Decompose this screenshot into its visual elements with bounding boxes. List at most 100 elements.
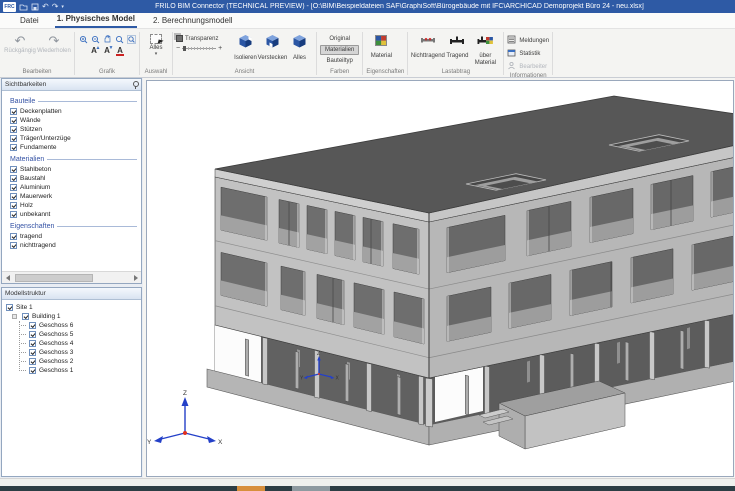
checkbox-row[interactable]: Mauerwerk: [8, 192, 137, 201]
checkbox-row[interactable]: Fundamente: [8, 143, 137, 152]
checkbox-row[interactable]: Site 1: [6, 303, 139, 312]
checkbox-row[interactable]: Geschoss 4: [24, 339, 139, 348]
group-farben: Original Materialien Bauteiltyp Farben: [317, 30, 362, 77]
checkbox-checked-icon[interactable]: [29, 367, 36, 374]
checkbox-row[interactable]: Baustahl: [8, 174, 137, 183]
checkbox-checked-icon[interactable]: [10, 117, 17, 124]
checkbox-checked-icon[interactable]: [10, 233, 17, 240]
checkbox-label: Geschoss 4: [39, 340, 73, 347]
checkbox-checked-icon[interactable]: [10, 126, 17, 133]
taskbar-accent-segment: [237, 486, 265, 491]
app-logo[interactable]: FRC: [3, 2, 16, 12]
model-structure-panel: Modellstruktur Site 1Building 1Geschoss …: [1, 287, 142, 477]
slider-handle[interactable]: [183, 46, 186, 51]
hide-button[interactable]: Verstecken: [259, 32, 286, 62]
checkbox-row[interactable]: Geschoss 1: [24, 366, 139, 375]
material-button[interactable]: Material: [366, 32, 396, 60]
bearbeiter-button[interactable]: Bearbeiter: [507, 61, 549, 72]
checkbox-checked-icon[interactable]: [29, 331, 36, 338]
font-decrease-icon[interactable]: A▼: [102, 46, 113, 56]
statistik-button[interactable]: Statistik: [507, 48, 549, 59]
model-3d-view[interactable]: ZXYZXY: [147, 81, 733, 476]
ueber-material-button[interactable]: über Material: [470, 32, 500, 67]
pan-hand-icon[interactable]: [102, 34, 112, 44]
checkbox-row[interactable]: Wände: [8, 116, 137, 125]
save-icon[interactable]: [31, 3, 39, 11]
group-lastabtrag: Nichttragend Tragend über Material Lasta…: [408, 30, 503, 77]
checkbox-row[interactable]: Stahlbeton: [8, 165, 137, 174]
checkbox-row[interactable]: Building 1: [20, 313, 61, 320]
transparency-slider[interactable]: − +: [176, 45, 232, 52]
open-file-icon[interactable]: [19, 3, 28, 11]
checkbox-checked-icon[interactable]: [10, 184, 17, 191]
zoom-fit-icon[interactable]: [126, 34, 136, 44]
checkbox-checked-icon[interactable]: [10, 108, 17, 115]
tab-berechnungsmodell[interactable]: 2. Berechnungsmodell: [151, 14, 235, 28]
checkbox-checked-icon[interactable]: [10, 211, 17, 218]
checkbox-checked-icon[interactable]: [10, 135, 17, 142]
redo-icon[interactable]: ↷: [52, 3, 59, 11]
checkbox-row[interactable]: unbekannt: [8, 210, 137, 219]
model-structure-header: Modellstruktur: [2, 288, 141, 300]
colors-bauteiltyp-button[interactable]: Bauteiltyp: [320, 56, 359, 66]
dropdown-caret-icon[interactable]: ▾: [155, 52, 158, 56]
horizontal-scrollbar[interactable]: [2, 271, 141, 283]
checkbox-checked-icon[interactable]: [10, 175, 17, 182]
checkbox-checked-icon[interactable]: [10, 193, 17, 200]
checkbox-checked-icon[interactable]: [29, 358, 36, 365]
pin-icon[interactable]: [132, 81, 138, 89]
redo-button[interactable]: ↷ Wiederholen: [37, 32, 71, 55]
messages-list-icon: [507, 35, 516, 46]
meldungen-button[interactable]: Meldungen: [507, 35, 549, 46]
checkbox-row[interactable]: Geschoss 3: [24, 348, 139, 357]
undo-button[interactable]: ↶ Rückgängig: [3, 32, 37, 55]
checkbox-checked-icon[interactable]: [29, 349, 36, 356]
colors-original-button[interactable]: Original: [320, 34, 359, 44]
group-label: Grafik: [78, 68, 136, 77]
visibility-panel: Sichtbarkeiten BauteileDeckenplattenWänd…: [1, 78, 142, 284]
checkbox-label: unbekannt: [20, 211, 50, 218]
font-color-icon[interactable]: A: [115, 46, 126, 56]
select-all-button[interactable]: Alles ▾: [143, 32, 169, 56]
checkbox-checked-icon[interactable]: [10, 166, 17, 173]
scroll-right-icon[interactable]: [130, 272, 141, 283]
checkbox-row[interactable]: Geschoss 2: [24, 357, 139, 366]
checkbox-label: Holz: [20, 202, 33, 209]
checkbox-row[interactable]: Stützen: [8, 125, 137, 134]
checkbox-label: Site 1: [16, 304, 33, 311]
zoom-in-icon[interactable]: [78, 34, 88, 44]
checkbox-row[interactable]: Geschoss 5: [24, 330, 139, 339]
undo-icon[interactable]: ↶: [42, 3, 49, 11]
checkbox-row[interactable]: tragend: [8, 232, 137, 241]
checkbox-row[interactable]: nichttragend: [8, 241, 137, 250]
checkbox-row[interactable]: Deckenplatten: [8, 107, 137, 116]
tab-physisches-model[interactable]: 1. Physisches Model: [55, 12, 137, 28]
zoom-out-icon[interactable]: [90, 34, 100, 44]
checkbox-checked-icon[interactable]: [6, 304, 13, 311]
checkbox-label: Aluminium: [20, 184, 50, 191]
checkbox-row[interactable]: Aluminium: [8, 183, 137, 192]
show-all-button[interactable]: Alles: [286, 32, 313, 62]
tragend-button[interactable]: Tragend: [444, 32, 470, 60]
isolate-button[interactable]: Isolieren: [232, 32, 259, 62]
colors-materialien-button[interactable]: Materialien: [320, 45, 359, 55]
checkbox-checked-icon[interactable]: [10, 242, 17, 249]
selection-rectangle-icon: [150, 34, 162, 44]
model-viewport[interactable]: ZXYZXY: [146, 80, 734, 477]
checkbox-checked-icon[interactable]: [22, 313, 29, 320]
checkbox-checked-icon[interactable]: [10, 144, 17, 151]
checkbox-row[interactable]: Holz: [8, 201, 137, 210]
checkbox-row[interactable]: Träger/Unterzüge: [8, 134, 137, 143]
scroll-left-icon[interactable]: [2, 272, 13, 283]
checkbox-row[interactable]: Geschoss 6: [24, 321, 139, 330]
nichttragend-button[interactable]: Nichttragend: [411, 32, 444, 60]
checkbox-checked-icon[interactable]: [29, 340, 36, 347]
tree-node-building[interactable]: Building 1: [12, 312, 139, 321]
font-increase-icon[interactable]: A▲: [89, 46, 100, 56]
tab-datei[interactable]: Datei: [18, 14, 41, 28]
checkbox-checked-icon[interactable]: [29, 322, 36, 329]
scrollbar-thumb[interactable]: [15, 274, 93, 282]
zoom-window-icon[interactable]: [114, 34, 124, 44]
tree-expander-icon[interactable]: [12, 314, 17, 319]
checkbox-checked-icon[interactable]: [10, 202, 17, 209]
